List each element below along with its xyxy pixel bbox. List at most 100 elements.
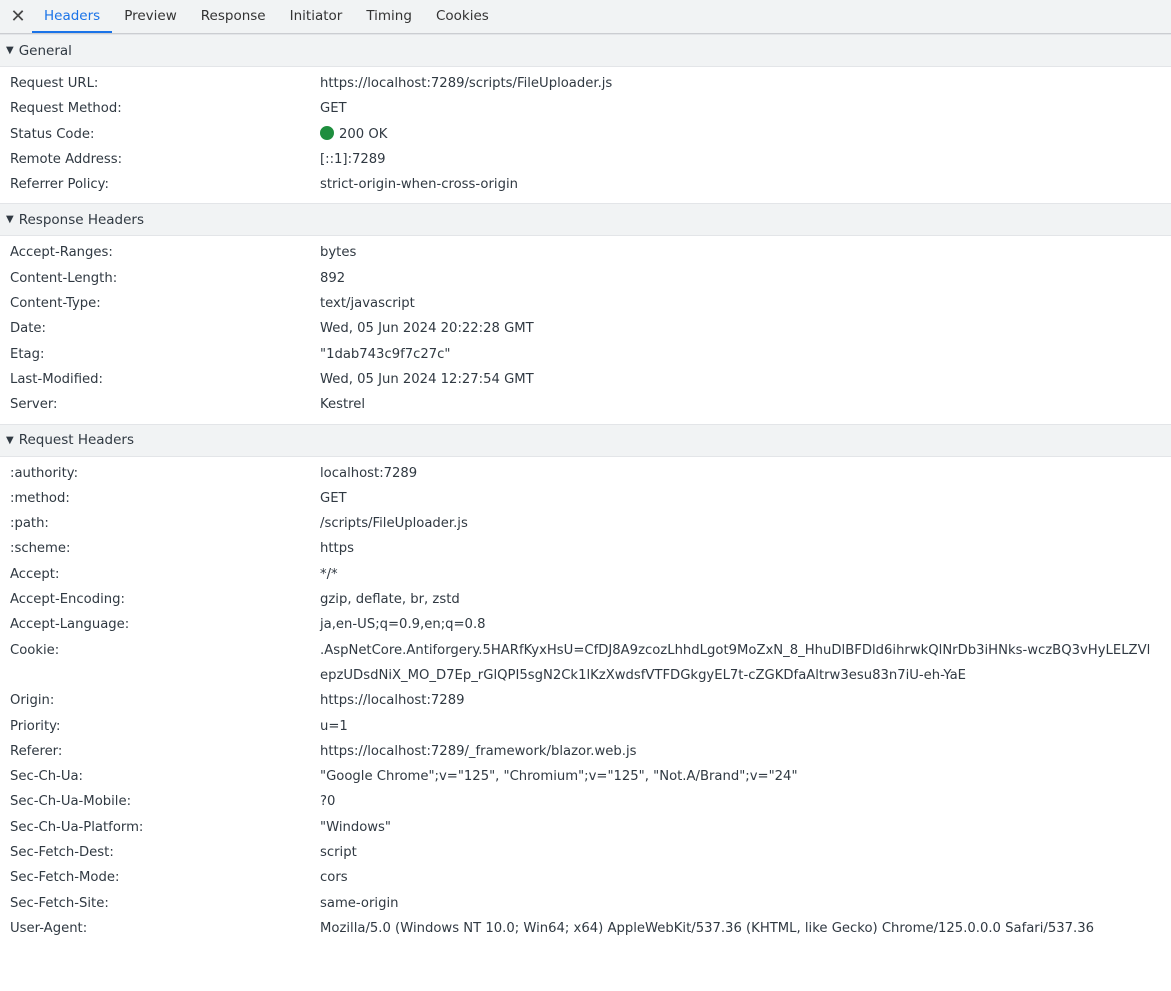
header-value: https://localhost:7289/_framework/blazor…: [320, 743, 637, 759]
header-key: Server:: [10, 397, 58, 413]
header-key: Accept:: [10, 566, 60, 582]
collapse-triangle-icon: ▼: [6, 214, 14, 226]
header-value: 892: [320, 270, 346, 286]
header-key: Origin:: [10, 693, 55, 709]
header-row: Sec-Fetch-Dest: script: [0, 840, 1171, 865]
header-value: text/javascript: [320, 296, 415, 312]
header-key: Request URL:: [10, 76, 99, 91]
header-value: Wed, 05 Jun 2024 12:27:54 GMT: [320, 371, 534, 387]
header-key: Sec-Ch-Ua-Platform:: [10, 819, 144, 835]
header-value: script: [320, 845, 357, 861]
header-row-status-code: Status Code: 200 OK: [0, 122, 1171, 147]
header-value: https: [320, 541, 354, 557]
header-key: Last-Modified:: [10, 371, 103, 387]
header-value: */*: [320, 566, 338, 582]
tab-cookies[interactable]: Cookies: [424, 0, 501, 33]
header-value: u=1: [320, 718, 348, 734]
header-value: 200 OK: [320, 122, 1171, 147]
collapse-triangle-icon: ▼: [6, 45, 14, 56]
section-title: General: [18, 42, 72, 59]
header-key: Etag:: [10, 346, 45, 362]
header-value: "Google Chrome";v="125", "Chromium";v="1…: [320, 769, 798, 785]
header-key: Content-Type:: [10, 296, 101, 312]
header-value: cors: [320, 870, 348, 886]
header-key: Request Method:: [10, 101, 122, 117]
header-value: https://localhost:7289/scripts/FileUploa…: [320, 76, 613, 91]
header-value: Wed, 05 Jun 2024 20:22:28 GMT: [320, 321, 534, 337]
header-row: Referer: https://localhost:7289/_framewo…: [0, 739, 1171, 764]
header-key: Priority:: [10, 718, 61, 734]
header-row: Accept-Ranges: bytes: [0, 240, 1171, 265]
header-key: Accept-Encoding:: [10, 592, 125, 608]
header-row: Accept-Encoding: gzip, deflate, br, zstd: [0, 587, 1171, 612]
header-row: :method: GET: [0, 486, 1171, 511]
header-row-request-url: Request URL: https://localhost:7289/scri…: [0, 71, 1171, 96]
header-key: Date:: [10, 321, 46, 337]
collapse-triangle-icon: ▼: [6, 434, 14, 446]
header-row: User-Agent: Mozilla/5.0 (Windows NT 10.0…: [0, 916, 1171, 941]
header-key: Referer:: [10, 743, 63, 759]
section-header-general[interactable]: ▼ General: [0, 34, 1171, 67]
header-value: "Windows": [320, 819, 391, 835]
header-key: Accept-Ranges:: [10, 245, 113, 261]
tab-initiator[interactable]: Initiator: [278, 0, 355, 33]
header-row: Etag: "1dab743c9f7c27c": [0, 342, 1171, 367]
header-key: Status Code:: [10, 126, 95, 142]
tab-preview[interactable]: Preview: [112, 0, 189, 33]
header-value: bytes: [320, 245, 357, 261]
header-row: Date: Wed, 05 Jun 2024 20:22:28 GMT: [0, 316, 1171, 341]
header-row: :authority: localhost:7289: [0, 461, 1171, 486]
header-key: Sec-Ch-Ua:: [10, 769, 83, 785]
header-row: Priority: u=1: [0, 714, 1171, 739]
header-value: Kestrel: [320, 397, 366, 413]
section-header-request-headers[interactable]: ▼ Request Headers: [0, 423, 1171, 457]
header-key: Cookie:: [10, 642, 60, 658]
header-value: [::1]:7289: [320, 151, 386, 167]
close-icon[interactable]: ✕: [4, 0, 32, 33]
section-header-response-headers[interactable]: ▼ Response Headers: [0, 203, 1171, 237]
header-value: Mozilla/5.0 (Windows NT 10.0; Win64; x64…: [320, 920, 1094, 936]
header-value: "1dab743c9f7c27c": [320, 346, 451, 362]
header-row: :scheme: https: [0, 536, 1171, 561]
header-row: Last-Modified: Wed, 05 Jun 2024 12:27:54…: [0, 367, 1171, 392]
section-title: Request Headers: [18, 432, 135, 449]
header-row: Accept-Language: ja,en-US;q=0.9,en;q=0.8: [0, 612, 1171, 637]
header-value: /scripts/FileUploader.js: [320, 516, 468, 532]
header-key: Sec-Fetch-Mode:: [10, 870, 120, 886]
header-row: Content-Type: text/javascript: [0, 291, 1171, 316]
header-key: :method:: [10, 490, 70, 506]
header-key: Referrer Policy:: [10, 177, 109, 193]
header-row: Sec-Ch-Ua-Mobile: ?0: [0, 789, 1171, 814]
header-value: .AspNetCore.Antiforgery.5HARfKyxHsU=CfDJ…: [320, 642, 1151, 683]
header-row: :path: /scripts/FileUploader.js: [0, 511, 1171, 536]
header-row: Sec-Fetch-Mode: cors: [0, 865, 1171, 890]
response-header-rows: Accept-Ranges: bytes Content-Length: 892…: [0, 236, 1171, 423]
header-key: Accept-Language:: [10, 617, 130, 633]
header-row: Origin: https://localhost:7289: [0, 688, 1171, 713]
status-dot-icon: [320, 125, 334, 140]
header-value: strict-origin-when-cross-origin: [320, 177, 518, 193]
tab-headers[interactable]: Headers: [32, 0, 113, 33]
header-key: :path:: [10, 516, 49, 532]
section-title: Response Headers: [18, 211, 145, 228]
header-key: :authority:: [10, 465, 79, 481]
general-rows: Request URL: https://localhost:7289/scri…: [0, 67, 1171, 203]
header-row-cookie: Cookie: .AspNetCore.Antiforgery.5HARfKyx…: [0, 638, 1171, 689]
header-value: same-origin: [320, 895, 399, 911]
header-key: Remote Address:: [10, 151, 123, 167]
header-value: ?0: [320, 794, 336, 810]
header-value: GET: [320, 490, 347, 506]
header-row: Accept: */*: [0, 562, 1171, 587]
header-row: Sec-Ch-Ua-Platform: "Windows": [0, 815, 1171, 840]
tab-response[interactable]: Response: [189, 0, 278, 33]
header-row: Content-Length: 892: [0, 266, 1171, 291]
header-row-referrer-policy: Referrer Policy: strict-origin-when-cros…: [0, 172, 1171, 197]
header-value: GET: [320, 101, 347, 117]
header-row: Sec-Fetch-Site: same-origin: [0, 891, 1171, 916]
header-value: https://localhost:7289: [320, 693, 465, 709]
header-key: :scheme:: [10, 541, 71, 557]
header-value: localhost:7289: [320, 465, 418, 481]
header-key: User-Agent:: [10, 920, 88, 936]
header-key: Content-Length:: [10, 270, 118, 286]
tab-timing[interactable]: Timing: [354, 0, 424, 33]
